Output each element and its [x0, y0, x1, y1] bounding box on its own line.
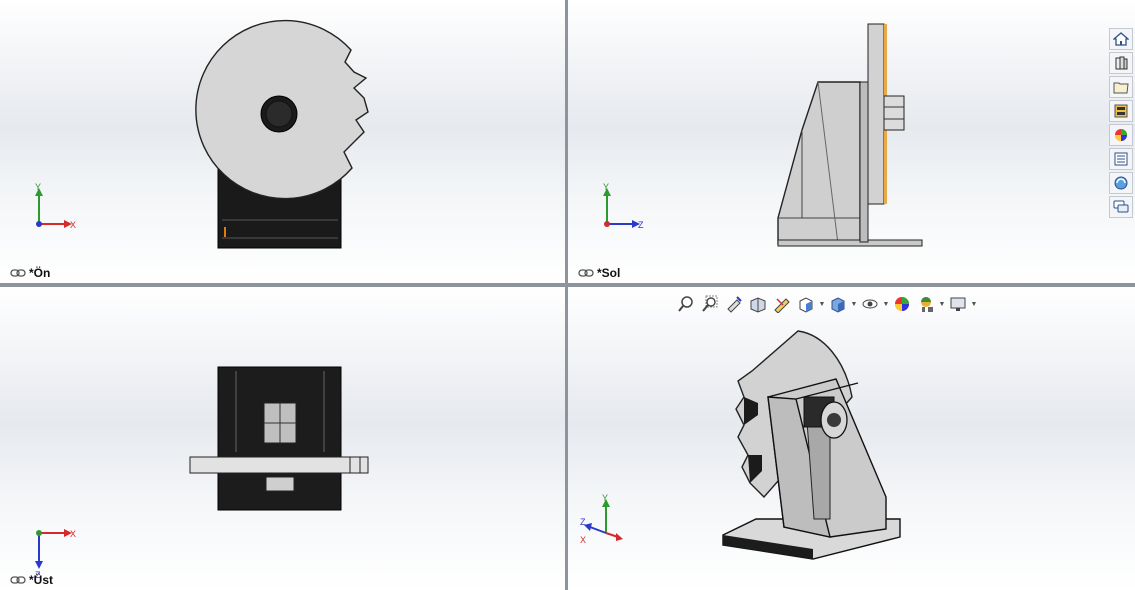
- gear-edge-top: [189, 456, 369, 474]
- left-view-model[interactable]: [568, 0, 1135, 283]
- viewport-label-left[interactable]: *Sol: [578, 266, 620, 280]
- link-view-icon: [10, 576, 26, 584]
- axis-triad-left: Y Z: [603, 182, 644, 230]
- top-view-model[interactable]: [0, 287, 565, 590]
- bracket-side: [777, 81, 861, 245]
- svg-text:Z: Z: [638, 220, 644, 230]
- viewport-name-left: *Sol: [597, 266, 621, 280]
- svg-text:Z: Z: [580, 517, 586, 527]
- axis-triad-top: X Z: [35, 529, 76, 579]
- home-icon[interactable]: [1109, 28, 1133, 50]
- gear-edge: [867, 23, 885, 205]
- viewport-front[interactable]: Y X *Ön: [0, 0, 565, 283]
- nut: [883, 95, 905, 131]
- viewport-top[interactable]: X Z *Üst: [0, 287, 565, 590]
- custom-properties-icon[interactable]: [1109, 148, 1133, 170]
- viewport-left[interactable]: Y Z *Sol: [568, 0, 1135, 283]
- viewport-label-top[interactable]: *Üst: [10, 573, 53, 587]
- svg-text:Y: Y: [35, 182, 41, 192]
- svg-text:X: X: [580, 535, 586, 545]
- isometric-view-model[interactable]: [568, 287, 1135, 590]
- svg-text:Y: Y: [603, 182, 609, 192]
- design-library-icon[interactable]: [1109, 52, 1133, 74]
- viewport-splitter-vertical[interactable]: [565, 0, 568, 590]
- svg-text:X: X: [70, 220, 76, 230]
- viewport-name-top: *Üst: [29, 573, 54, 587]
- task-pane: [1109, 28, 1133, 220]
- viewport-name-front: *Ön: [29, 266, 51, 280]
- svg-text:Y: Y: [602, 493, 608, 503]
- base-plate: [777, 239, 923, 247]
- viewport-label-front[interactable]: *Ön: [10, 266, 50, 280]
- link-view-icon: [578, 269, 594, 277]
- viewport-splitter-horizontal[interactable]: [0, 283, 1135, 287]
- axis-triad-front: Y X: [35, 182, 76, 230]
- solidworks-forum-icon[interactable]: [1109, 172, 1133, 194]
- chat-icon[interactable]: [1109, 196, 1133, 218]
- link-view-icon: [10, 269, 26, 277]
- front-view-model[interactable]: [0, 0, 565, 283]
- viewport-isometric[interactable]: ▼ ▼ ▼ ▼ ▼ Y Z X: [568, 287, 1135, 590]
- appearances-icon[interactable]: [1109, 124, 1133, 146]
- axis-triad-isometric: Y Z X: [580, 493, 623, 545]
- view-palette-icon[interactable]: [1109, 100, 1133, 122]
- file-explorer-icon[interactable]: [1109, 76, 1133, 98]
- svg-text:X: X: [70, 529, 76, 539]
